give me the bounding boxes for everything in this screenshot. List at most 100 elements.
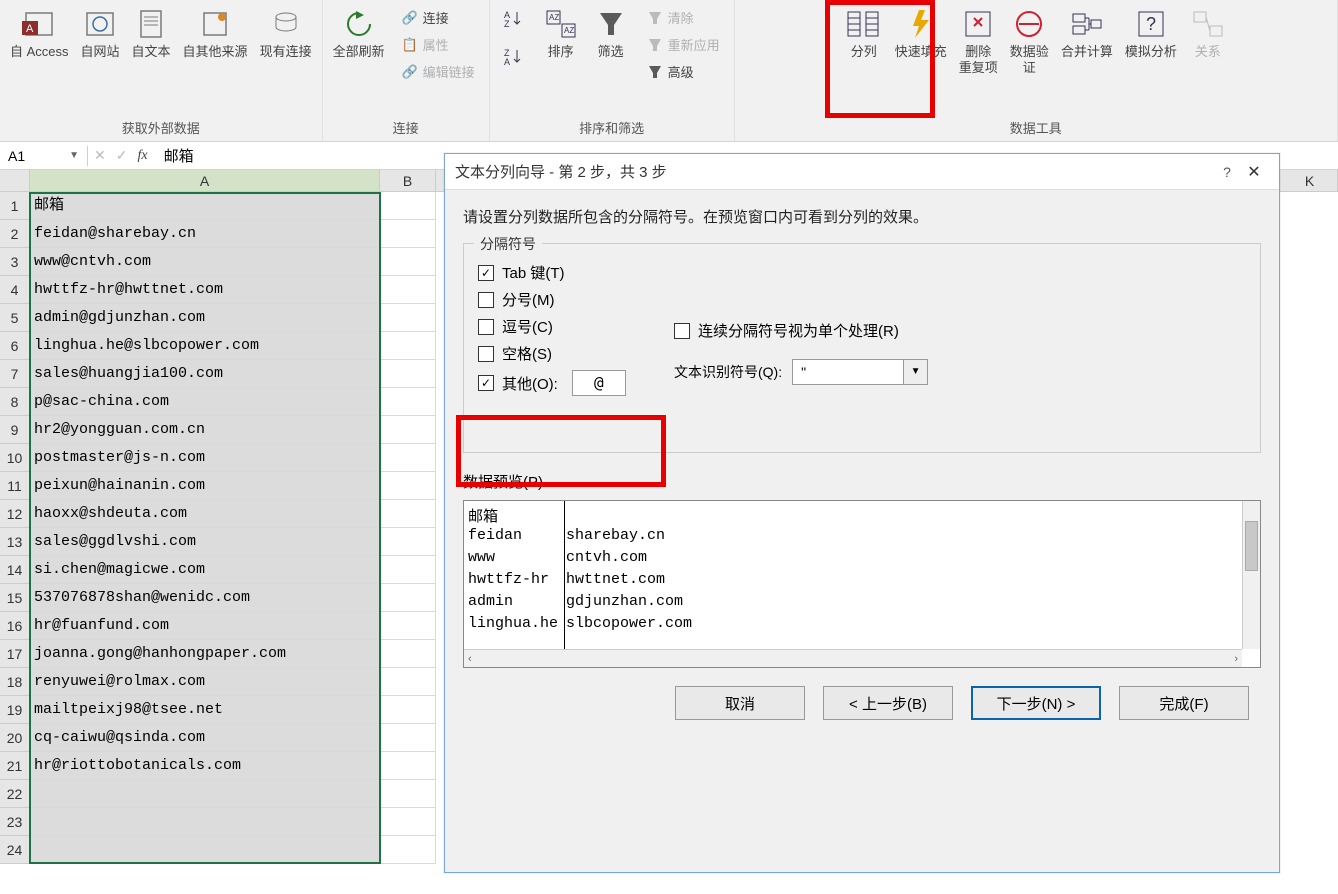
name-box[interactable]: A1▼ <box>0 146 88 166</box>
cell[interactable]: sales@huangjia100.com <box>30 360 380 388</box>
cell[interactable] <box>380 612 436 640</box>
cell[interactable] <box>380 752 436 780</box>
row-header[interactable]: 6 <box>0 332 30 360</box>
scrollbar-thumb[interactable] <box>1245 521 1258 571</box>
row-header[interactable]: 21 <box>0 752 30 780</box>
checkbox-space[interactable] <box>478 346 494 362</box>
cell[interactable]: 邮箱 <box>30 192 380 220</box>
row-header[interactable]: 11 <box>0 472 30 500</box>
cell[interactable]: haoxx@shdeuta.com <box>30 500 380 528</box>
checkbox-comma[interactable] <box>478 319 494 335</box>
back-button[interactable]: < 上一步(B) <box>823 686 953 720</box>
close-icon[interactable]: ✕ <box>1239 162 1269 182</box>
clear-filter-button[interactable]: 清除 <box>642 4 724 31</box>
cell[interactable] <box>380 696 436 724</box>
cell[interactable]: 537076878shan@wenidc.com <box>30 584 380 612</box>
cell[interactable]: p@sac-china.com <box>30 388 380 416</box>
what-if-button[interactable]: ? 模拟分析 <box>1119 2 1183 102</box>
next-button[interactable]: 下一步(N) > <box>971 686 1101 720</box>
row-header[interactable]: 18 <box>0 668 30 696</box>
cell[interactable]: joanna.gong@hanhongpaper.com <box>30 640 380 668</box>
row-header[interactable]: 2 <box>0 220 30 248</box>
consecutive-as-one-row[interactable]: 连续分隔符号视为单个处理(R) <box>674 320 928 341</box>
row-header[interactable]: 12 <box>0 500 30 528</box>
dialog-titlebar[interactable]: 文本分列向导 - 第 2 步，共 3 步 ? ✕ <box>445 154 1279 190</box>
row-header[interactable]: 13 <box>0 528 30 556</box>
row-header[interactable]: 20 <box>0 724 30 752</box>
cell[interactable]: hwttfz-hr@hwttnet.com <box>30 276 380 304</box>
row-header[interactable]: 4 <box>0 276 30 304</box>
enter-icon[interactable]: ✓ <box>116 147 128 164</box>
cancel-button[interactable]: 取消 <box>675 686 805 720</box>
cell[interactable] <box>380 556 436 584</box>
cell[interactable]: www@cntvh.com <box>30 248 380 276</box>
sort-button[interactable]: AZAZ 排序 <box>536 2 586 102</box>
text-to-columns-button[interactable]: 分列 <box>839 2 889 102</box>
cell[interactable] <box>380 528 436 556</box>
connections-button[interactable]: 🔗连接 <box>397 4 479 31</box>
delimiter-semicolon-row[interactable]: 分号(M) <box>478 289 1246 310</box>
edit-links-button[interactable]: 🔗编辑链接 <box>397 58 479 85</box>
row-header[interactable]: 7 <box>0 360 30 388</box>
cell[interactable]: hr@fuanfund.com <box>30 612 380 640</box>
cell[interactable] <box>380 780 436 808</box>
cell[interactable] <box>380 640 436 668</box>
from-other-sources-button[interactable]: 自其他来源 <box>177 2 254 102</box>
cell[interactable] <box>380 836 436 864</box>
cell[interactable]: cq-caiwu@qsinda.com <box>30 724 380 752</box>
chevron-down-icon[interactable]: ▼ <box>903 360 927 384</box>
cell[interactable] <box>380 444 436 472</box>
consolidate-button[interactable]: 合并计算 <box>1055 2 1119 102</box>
sort-desc-button[interactable]: ZA <box>500 44 530 70</box>
row-header[interactable]: 22 <box>0 780 30 808</box>
cell[interactable] <box>380 668 436 696</box>
row-header[interactable]: 3 <box>0 248 30 276</box>
preview-horizontal-scrollbar[interactable]: ‹› <box>464 649 1242 667</box>
relationships-button[interactable]: 关系 <box>1183 2 1233 102</box>
cell[interactable] <box>380 416 436 444</box>
cell[interactable]: admin@gdjunzhan.com <box>30 304 380 332</box>
cell[interactable] <box>380 220 436 248</box>
cell[interactable] <box>380 360 436 388</box>
cell[interactable] <box>380 388 436 416</box>
cell[interactable] <box>380 500 436 528</box>
data-validation-button[interactable]: 数据验 证 <box>1004 2 1055 102</box>
cell[interactable]: sales@ggdlvshi.com <box>30 528 380 556</box>
checkbox-consecutive[interactable] <box>674 323 690 339</box>
column-header-k[interactable]: K <box>1282 170 1338 191</box>
cell[interactable]: hr2@yongguan.com.cn <box>30 416 380 444</box>
cell[interactable] <box>380 192 436 220</box>
cell[interactable] <box>380 808 436 836</box>
from-web-button[interactable]: 自网站 <box>75 2 126 102</box>
properties-button[interactable]: 📋属性 <box>397 31 479 58</box>
reapply-filter-button[interactable]: 重新应用 <box>642 31 724 58</box>
cell[interactable]: si.chen@magicwe.com <box>30 556 380 584</box>
row-header[interactable]: 9 <box>0 416 30 444</box>
cell[interactable] <box>380 584 436 612</box>
cell[interactable] <box>380 248 436 276</box>
cell[interactable] <box>380 472 436 500</box>
row-header[interactable]: 14 <box>0 556 30 584</box>
checkbox-semicolon[interactable] <box>478 292 494 308</box>
finish-button[interactable]: 完成(F) <box>1119 686 1249 720</box>
cell[interactable] <box>30 780 380 808</box>
cell[interactable]: linghua.he@slbcopower.com <box>30 332 380 360</box>
column-header-b[interactable]: B <box>380 170 436 191</box>
row-header[interactable]: 23 <box>0 808 30 836</box>
row-header[interactable]: 8 <box>0 388 30 416</box>
row-header[interactable]: 19 <box>0 696 30 724</box>
from-access-button[interactable]: A 自 Access <box>4 2 75 102</box>
filter-button[interactable]: 筛选 <box>586 2 636 102</box>
other-delimiter-input[interactable]: @ <box>572 370 626 396</box>
existing-connections-button[interactable]: 现有连接 <box>254 2 318 102</box>
sort-asc-button[interactable]: AZ <box>500 6 530 32</box>
cell[interactable]: mailtpeixj98@tsee.net <box>30 696 380 724</box>
from-text-button[interactable]: 自文本 <box>126 2 177 102</box>
cell[interactable]: feidan@sharebay.cn <box>30 220 380 248</box>
cell[interactable] <box>380 304 436 332</box>
cancel-icon[interactable]: ✕ <box>94 147 106 164</box>
delimiter-tab-row[interactable]: Tab 键(T) <box>478 262 1246 283</box>
cell[interactable]: hr@riottobotanicals.com <box>30 752 380 780</box>
row-header[interactable]: 24 <box>0 836 30 864</box>
select-all-corner[interactable] <box>0 170 30 191</box>
